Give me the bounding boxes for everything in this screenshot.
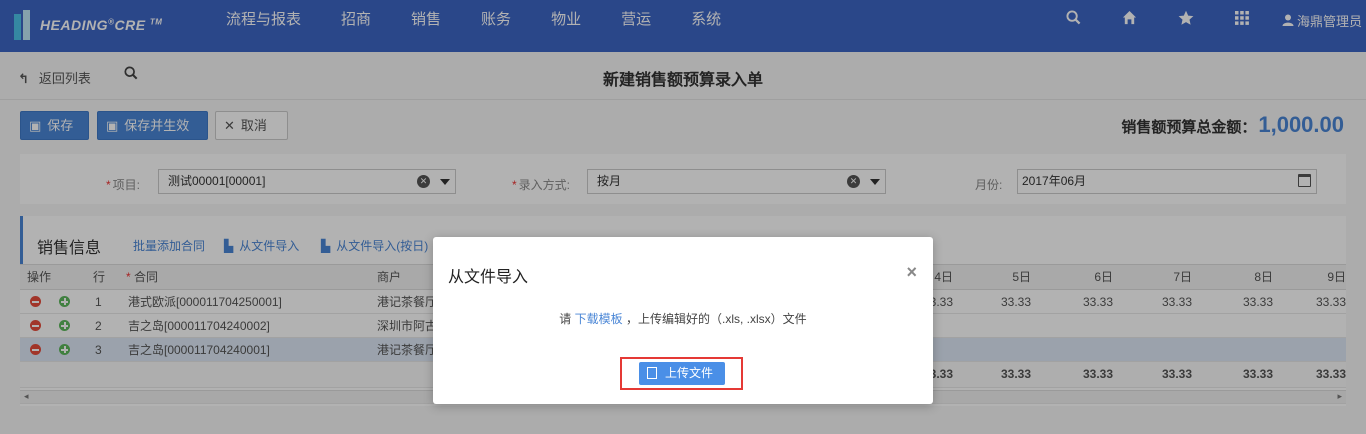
dialog-title: 从文件导入	[448, 269, 529, 286]
download-template-link[interactable]: 下载模板	[575, 312, 623, 326]
dialog-message: 请 下载模板 ，上传编辑好的（.xls, .xlsx）文件	[559, 312, 807, 326]
import-dialog: 从文件导入 × 请 下载模板 ，上传编辑好的（.xls, .xlsx）文件 上传…	[433, 237, 933, 404]
file-icon	[647, 367, 657, 379]
upload-file-button[interactable]: 上传文件	[639, 362, 725, 385]
close-icon[interactable]: ×	[906, 263, 917, 281]
upload-highlight-frame: 上传文件	[620, 357, 743, 390]
